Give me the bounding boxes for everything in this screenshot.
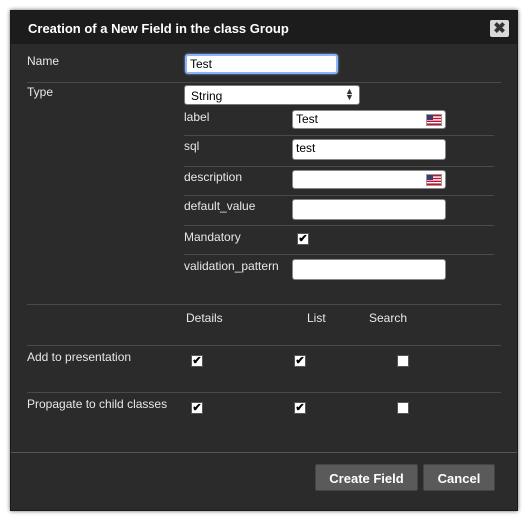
- divider: [184, 166, 494, 167]
- description-label: description: [184, 170, 243, 184]
- close-icon[interactable]: ✖: [490, 20, 509, 37]
- label-input[interactable]: Test: [292, 110, 446, 129]
- sql-input-value: test: [296, 141, 316, 155]
- propagate-details-checkbox[interactable]: ✔: [191, 402, 203, 414]
- create-field-button[interactable]: Create Field: [315, 464, 418, 491]
- updown-arrow-icon: ▲ ▼: [345, 86, 354, 102]
- us-flag-icon[interactable]: [426, 174, 442, 186]
- sql-label: sql: [184, 139, 200, 153]
- presentation-list-checkbox[interactable]: ✔: [294, 355, 306, 367]
- divider: [27, 82, 501, 83]
- validation-pattern-label: validation_pattern: [184, 259, 279, 273]
- propagate-search-checkbox[interactable]: [397, 402, 409, 414]
- divider: [27, 392, 501, 393]
- search-header: Search: [369, 311, 408, 325]
- name-input-value: Test: [190, 57, 213, 71]
- propagate-label: Propagate to child classes: [27, 397, 168, 411]
- sql-input[interactable]: test: [292, 139, 446, 160]
- mandatory-label: Mandatory: [184, 230, 241, 244]
- new-field-dialog: Creation of a New Field in the class Gro…: [10, 10, 518, 511]
- description-input[interactable]: [292, 170, 446, 189]
- default-value-input[interactable]: [292, 199, 446, 220]
- label-input-value: Test: [296, 112, 319, 126]
- validation-pattern-input[interactable]: [292, 259, 446, 280]
- dialog-title: Creation of a New Field in the class Gro…: [28, 21, 289, 36]
- type-select[interactable]: String ▲ ▼: [184, 85, 360, 105]
- name-label: Name: [27, 54, 60, 68]
- divider: [27, 345, 501, 346]
- mandatory-checkbox[interactable]: ✔: [297, 233, 309, 245]
- type-label: Type: [27, 85, 54, 99]
- divider: [184, 195, 494, 196]
- list-header: List: [307, 311, 326, 325]
- dialog-titlebar: Creation of a New Field in the class Gro…: [11, 11, 517, 44]
- divider: [184, 254, 494, 255]
- divider: [27, 304, 501, 305]
- cancel-button[interactable]: Cancel: [423, 464, 495, 491]
- divider: [184, 225, 494, 226]
- footer-divider: [11, 452, 517, 453]
- presentation-search-checkbox[interactable]: [397, 355, 409, 367]
- propagate-list-checkbox[interactable]: ✔: [294, 402, 306, 414]
- details-header: Details: [186, 311, 223, 325]
- divider: [184, 135, 494, 136]
- us-flag-icon[interactable]: [426, 114, 442, 126]
- add-to-presentation-label: Add to presentation: [27, 350, 132, 364]
- prop-label-label: label: [184, 110, 210, 124]
- type-select-value: String: [191, 89, 223, 103]
- default-value-label: default_value: [184, 199, 256, 213]
- name-input[interactable]: Test: [185, 54, 338, 74]
- presentation-details-checkbox[interactable]: ✔: [191, 355, 203, 367]
